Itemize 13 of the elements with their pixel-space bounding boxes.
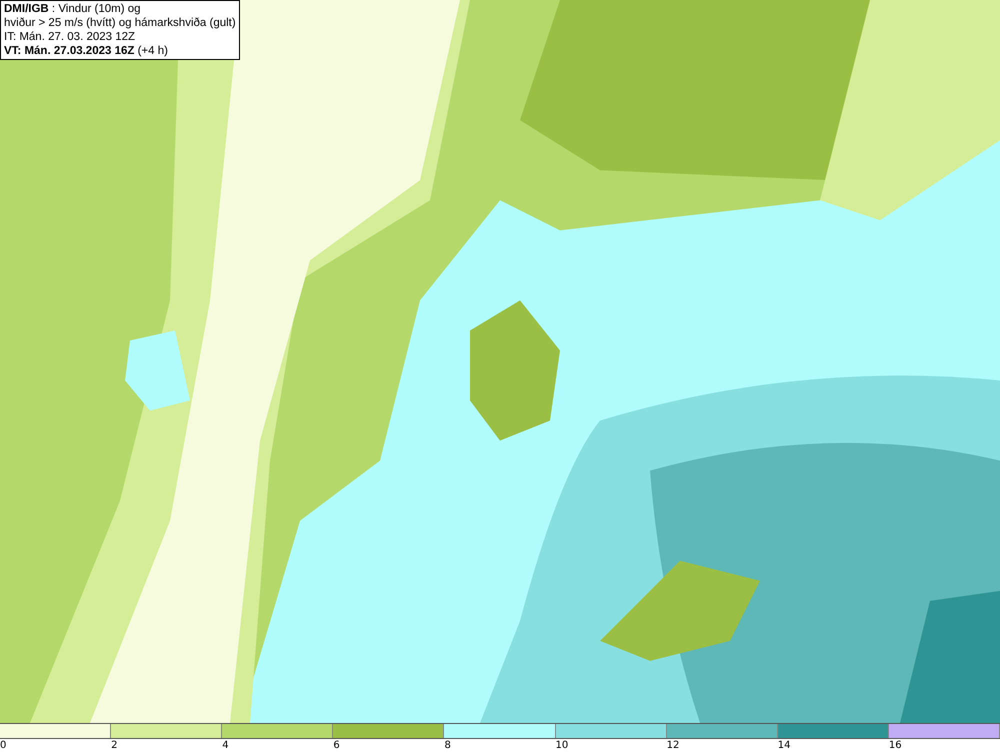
legend-tick-label: 0 [0,740,6,751]
title-line: IT: Mán. 27. 03. 2023 12Z [4,30,136,44]
title-line: VT: Mán. 27.03.2023 16Z (+4 h) [4,44,169,58]
legend-tick-label: 16 [888,740,902,751]
title-line: DMI/IGB : Vindur (10m) og [4,2,142,16]
legend-tick-label: 8 [444,740,451,751]
legend-tick-label: 2 [111,740,118,751]
legend-tick-label: 10 [556,740,568,751]
legend-tick-label: 6 [333,740,340,751]
legend-tick-label: 12 [666,740,680,751]
legend-tick-label: 14 [778,740,790,751]
title-line: hviður > 25 m/s (hvítt) og hámarkshviða (gult) [4,16,236,30]
legend-tick-label: 4 [222,740,229,751]
